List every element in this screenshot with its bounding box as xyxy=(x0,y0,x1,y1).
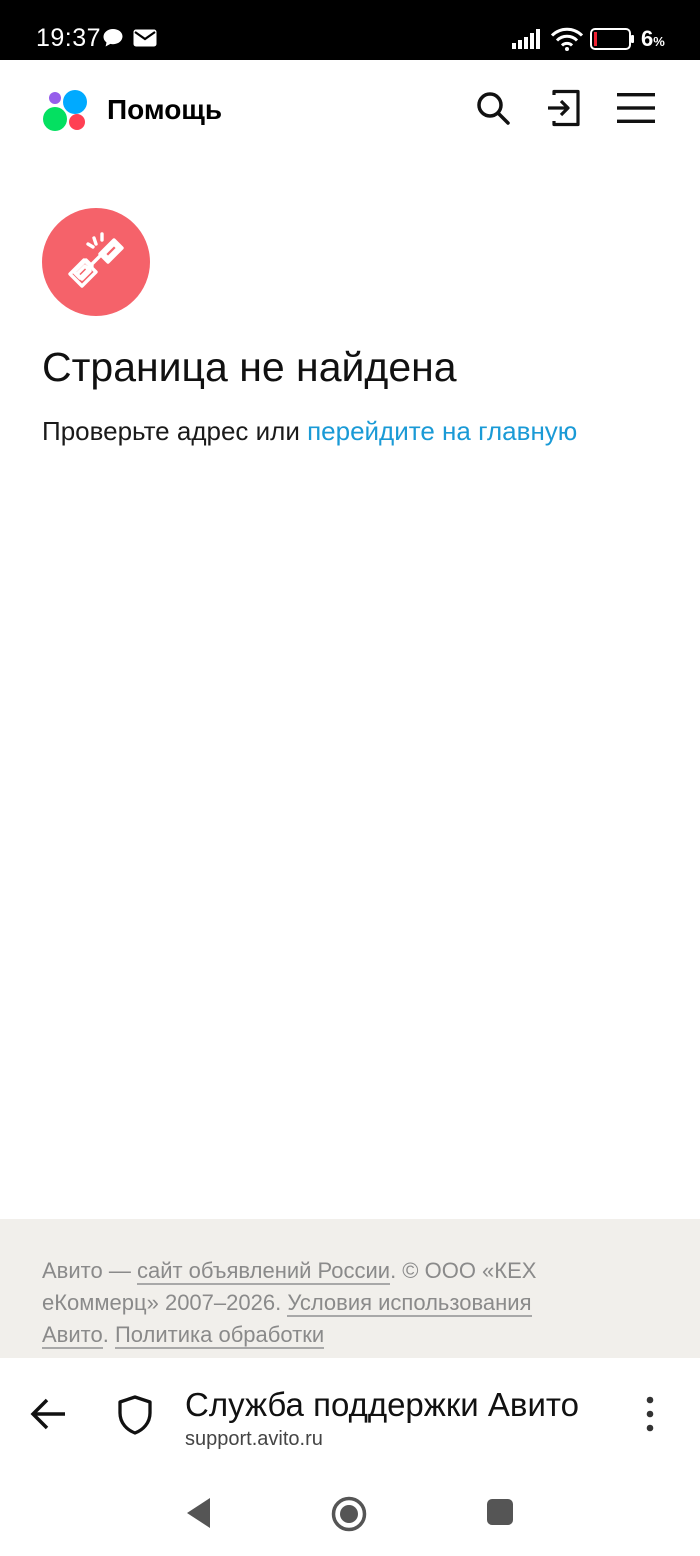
nav-back-button[interactable] xyxy=(184,1496,214,1535)
page-tab-title[interactable]: Служба поддержки Авито xyxy=(185,1386,605,1424)
status-bar: 19:37 6% xyxy=(0,0,700,60)
error-message: Проверьте адрес или перейдите на главную xyxy=(42,416,577,447)
system-navigation-bar xyxy=(0,1470,700,1556)
error-badge xyxy=(42,208,150,316)
nav-home-icon xyxy=(331,1496,367,1536)
go-home-link[interactable]: перейдите на главную xyxy=(307,416,577,446)
footer-text-part: Авито — xyxy=(42,1258,137,1283)
privacy-policy-link[interactable]: Политика обработки xyxy=(114,1322,325,1349)
shield-icon xyxy=(117,1395,153,1439)
chat-bubble-icon xyxy=(102,28,124,53)
login-button[interactable] xyxy=(542,88,586,132)
nav-recents-icon xyxy=(486,1499,514,1530)
nav-home-button[interactable] xyxy=(331,1496,367,1537)
signal-icon xyxy=(512,28,544,55)
menu-button[interactable] xyxy=(614,88,658,132)
site-security-button[interactable] xyxy=(117,1395,153,1440)
status-time: 19:37 xyxy=(36,24,102,52)
footer-text-part: . xyxy=(102,1322,115,1347)
page-footer: Авито — сайт объявлений России. © ООО «К… xyxy=(0,1219,700,1359)
battery-icon xyxy=(590,28,636,55)
header-title[interactable]: Помощь xyxy=(107,94,222,126)
search-icon xyxy=(475,90,511,131)
battery-level: 6% xyxy=(641,26,665,51)
nav-recents-button[interactable] xyxy=(486,1498,514,1531)
browser-toolbar: Служба поддержки Авито support.avito.ru xyxy=(0,1358,700,1470)
app-header: Помощь xyxy=(0,60,700,160)
wifi-icon xyxy=(550,27,584,56)
nav-back-icon xyxy=(184,1498,214,1534)
error-title: Страница не найдена xyxy=(42,344,457,390)
browser-back-button[interactable] xyxy=(28,1396,68,1437)
site-link[interactable]: сайт объявлений России xyxy=(136,1258,391,1285)
menu-icon xyxy=(617,92,655,129)
broken-link-icon xyxy=(64,228,128,297)
back-arrow-icon xyxy=(28,1398,68,1436)
more-vert-icon xyxy=(636,1396,664,1438)
login-icon xyxy=(546,89,582,132)
error-message-text: Проверьте адрес или xyxy=(42,416,308,446)
page-url[interactable]: support.avito.ru xyxy=(185,1428,323,1451)
avito-logo[interactable] xyxy=(42,88,88,132)
mail-icon xyxy=(133,29,157,52)
footer-text: Авито — сайт объявлений России. © ООО «К… xyxy=(42,1255,542,1351)
search-button[interactable] xyxy=(471,88,515,132)
browser-menu-button[interactable] xyxy=(636,1394,664,1434)
